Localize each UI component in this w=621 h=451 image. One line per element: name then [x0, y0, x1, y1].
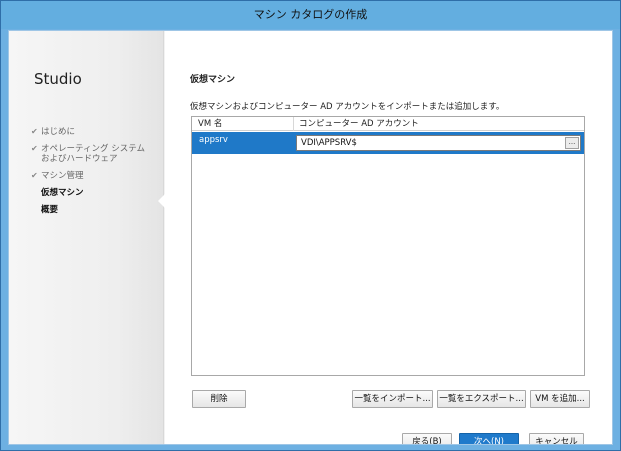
studio-brand: Studio	[34, 70, 82, 88]
vm-grid[interactable]: VM 名 コンピューター AD アカウント appsrv VDI\APPSRV$…	[191, 116, 585, 376]
add-vm-button[interactable]: VM を追加...	[530, 390, 590, 408]
step-os-hardware[interactable]: ✔ オペレーティング システム およびハードウェア	[31, 144, 161, 164]
step-label: マシン管理	[41, 171, 84, 181]
export-list-button[interactable]: 一覧をエクスポート...	[437, 390, 526, 408]
checkmark-icon: ✔	[31, 144, 38, 153]
next-button[interactable]: 次へ(N)	[459, 433, 519, 444]
table-row[interactable]: appsrv VDI\APPSRV$ ...	[192, 132, 584, 154]
step-label-line2: およびハードウェア	[41, 154, 118, 164]
cancel-button[interactable]: キャンセル	[529, 433, 584, 444]
step-label: 仮想マシン	[41, 188, 84, 198]
wizard-window: マシン カタログの作成 Studio ✔ はじめに ✔ オペレーティング システ…	[0, 0, 621, 451]
step-summary[interactable]: 概要	[31, 205, 161, 215]
step-getting-started[interactable]: ✔ はじめに	[31, 127, 161, 137]
page-description: 仮想マシンおよびコンピューター AD アカウントをインポートまたは追加します。	[190, 102, 505, 112]
vm-name-cell[interactable]: appsrv	[199, 135, 228, 145]
step-label: はじめに	[41, 127, 76, 137]
column-divider[interactable]	[293, 117, 294, 131]
window-title: マシン カタログの作成	[1, 1, 620, 29]
remove-button[interactable]: 削除	[192, 390, 246, 408]
back-button[interactable]: 戻る(B)	[402, 433, 452, 444]
step-machine-management[interactable]: ✔ マシン管理	[31, 171, 161, 181]
checkmark-icon: ✔	[31, 127, 38, 136]
import-list-button[interactable]: 一覧をインポート...	[352, 390, 433, 408]
ad-account-field[interactable]: VDI\APPSRV$ ...	[296, 135, 581, 151]
grid-header: VM 名 コンピューター AD アカウント	[192, 117, 584, 131]
step-label: オペレーティング システム	[41, 144, 145, 154]
wizard-sidebar: Studio ✔ はじめに ✔ オペレーティング システム およびハードウェア …	[9, 31, 164, 444]
step-label: 概要	[41, 205, 59, 215]
step-virtual-machines[interactable]: 仮想マシン	[31, 188, 161, 198]
wizard-main-panel: 仮想マシン 仮想マシンおよびコンピューター AD アカウントをインポートまたは追…	[165, 31, 612, 444]
ad-account-value: VDI\APPSRV$	[301, 138, 357, 148]
current-step-pointer	[158, 194, 165, 208]
wizard-client-area: Studio ✔ はじめに ✔ オペレーティング システム およびハードウェア …	[8, 30, 613, 445]
wizard-steps: ✔ はじめに ✔ オペレーティング システム およびハードウェア ✔ マシン管理…	[31, 127, 161, 215]
column-header-ad-account[interactable]: コンピューター AD アカウント	[299, 117, 419, 131]
page-title: 仮想マシン	[190, 75, 236, 85]
browse-button[interactable]: ...	[565, 137, 579, 149]
column-header-vm-name[interactable]: VM 名	[198, 117, 222, 131]
checkmark-icon: ✔	[31, 171, 38, 180]
